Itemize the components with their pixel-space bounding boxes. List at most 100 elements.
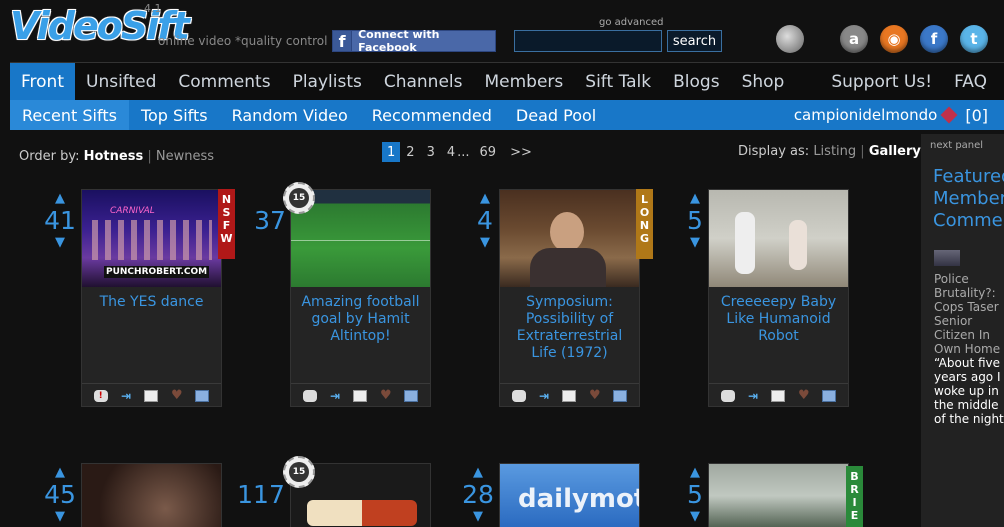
subnav-recent-sifts[interactable]: Recent Sifts xyxy=(10,100,129,130)
page-4[interactable]: 4 xyxy=(441,142,457,162)
nav-front[interactable]: Front xyxy=(10,62,75,101)
email-icon[interactable] xyxy=(562,389,577,402)
heart-icon[interactable]: ♥ xyxy=(379,388,393,403)
nav-blogs[interactable]: Blogs xyxy=(662,63,730,101)
next-panel-link[interactable]: next panel xyxy=(930,140,983,151)
notification-count[interactable]: [0] xyxy=(965,106,1004,125)
search-button[interactable]: search xyxy=(667,30,722,52)
featured-headline-link[interactable]: Police Brutality?: Cops Taser Senior Cit… xyxy=(934,272,1004,356)
video-title-link[interactable]: Amazing football goal by Hamit Altintop! xyxy=(295,294,426,345)
calendar-icon[interactable] xyxy=(822,389,837,402)
amazon-icon[interactable]: a xyxy=(840,25,868,53)
subnav-dead-pool[interactable]: Dead Pool xyxy=(504,100,608,130)
page-next[interactable]: >> xyxy=(502,142,538,162)
comment-icon[interactable] xyxy=(511,389,526,402)
display-as: Display as: Listing | Gallery xyxy=(738,144,921,159)
header: VideoSift 4.1 online video *quality cont… xyxy=(0,0,1004,60)
subnav-top-sifts[interactable]: Top Sifts xyxy=(129,100,220,130)
video-thumbnail[interactable] xyxy=(709,190,848,287)
advanced-search-link[interactable]: go advanced xyxy=(599,17,664,28)
nav-members[interactable]: Members xyxy=(474,63,575,101)
version-label: 4.1 xyxy=(144,2,162,15)
video-title-link[interactable]: Creeeeepy Baby Like Humanoid Robot xyxy=(713,294,844,345)
video-thumbnail[interactable] xyxy=(500,190,639,287)
vote-down-arrow-icon[interactable]: ▼ xyxy=(454,510,502,524)
featured-heading: Featured Members Comments xyxy=(933,166,1004,231)
order-by: Order by: Hotness | Newness xyxy=(19,149,214,164)
video-thumbnail[interactable] xyxy=(709,464,848,527)
nav-sift-talk[interactable]: Sift Talk xyxy=(574,63,662,101)
order-newness[interactable]: Newness xyxy=(156,149,214,164)
featured-panel: next panel Featured Members Comments Pol… xyxy=(921,134,1004,527)
vote-count: 45 xyxy=(44,480,76,509)
vote-count: 41 xyxy=(44,206,76,235)
video-card: Creeeeepy Baby Like Humanoid Robot ⇥ ♥ xyxy=(708,189,849,407)
share-icon[interactable]: ⇥ xyxy=(746,389,760,403)
heart-icon[interactable]: ♥ xyxy=(170,388,184,403)
video-thumbnail[interactable]: dailymotion xyxy=(500,464,639,527)
email-icon[interactable] xyxy=(144,389,159,402)
share-icon[interactable]: ⇥ xyxy=(537,389,551,403)
page-last[interactable]: 69 xyxy=(474,142,503,162)
rss-icon[interactable]: ◉ xyxy=(880,25,908,53)
vote-count: 28 xyxy=(462,480,494,509)
vote-count: 117 xyxy=(237,480,285,509)
video-thumbnail[interactable]: CARNIVAL PUNCHROBERT.COM xyxy=(82,190,221,287)
display-listing[interactable]: Listing xyxy=(813,144,856,159)
nav-playlists[interactable]: Playlists xyxy=(282,63,373,101)
vote-up-arrow-icon[interactable]: ▲ xyxy=(36,466,84,480)
video-card xyxy=(81,463,222,527)
heart-icon[interactable]: ♥ xyxy=(797,388,811,403)
vote-up-arrow-icon[interactable]: ▲ xyxy=(454,466,502,480)
connect-facebook-button[interactable]: f Connect with Facebook xyxy=(332,28,496,54)
featured-thumbnail[interactable] xyxy=(934,250,960,266)
page-3[interactable]: 3 xyxy=(421,142,441,162)
vote-up-arrow-icon[interactable]: ▲ xyxy=(36,192,84,206)
page-2[interactable]: 2 xyxy=(400,142,420,162)
display-as-label: Display as: xyxy=(738,144,810,159)
card-actions: ! ⇥ ♥ xyxy=(82,383,221,407)
display-gallery[interactable]: Gallery xyxy=(869,144,921,159)
comment-icon[interactable] xyxy=(720,389,735,402)
username-link[interactable]: campionidelmondo xyxy=(790,106,942,124)
thumbnail-caption: PUNCHROBERT.COM xyxy=(104,266,210,278)
video-card: Amazing football goal by Hamit Altintop!… xyxy=(290,189,431,407)
tagline: online video *quality control xyxy=(158,34,328,48)
comment-alert-icon[interactable]: ! xyxy=(93,389,108,402)
email-icon[interactable] xyxy=(771,389,786,402)
video-title-link[interactable]: The YES dance xyxy=(86,294,217,311)
video-title-link[interactable]: Symposium: Possibility of Extraterrestri… xyxy=(504,294,635,362)
nav-support-us[interactable]: Support Us! xyxy=(820,63,943,101)
heart-icon[interactable]: ♥ xyxy=(588,388,602,403)
nav-faq[interactable]: FAQ xyxy=(943,63,1004,101)
nav-shop[interactable]: Shop xyxy=(731,63,796,101)
page-1[interactable]: 1 xyxy=(382,142,401,162)
subnav-recommended[interactable]: Recommended xyxy=(360,100,504,130)
calendar-icon[interactable] xyxy=(613,389,628,402)
facebook-social-icon[interactable]: f xyxy=(920,25,948,53)
subnav-random-video[interactable]: Random Video xyxy=(220,100,360,130)
calendar-icon[interactable] xyxy=(404,389,419,402)
calendar-icon[interactable] xyxy=(195,389,210,402)
sub-nav: Recent Sifts Top Sifts Random Video Reco… xyxy=(10,100,1004,130)
vote-widget: ▲ 45 ▼ xyxy=(36,466,84,524)
video-card: dailymotion xyxy=(499,463,640,527)
twitter-icon[interactable]: t xyxy=(960,25,988,53)
nav-comments[interactable]: Comments xyxy=(167,63,281,101)
comment-icon[interactable] xyxy=(302,389,317,402)
page-ellipsis: ... xyxy=(457,144,470,160)
moon-theme-icon[interactable] xyxy=(776,25,804,53)
share-icon[interactable]: ⇥ xyxy=(328,389,342,403)
order-hotness[interactable]: Hotness xyxy=(84,149,144,164)
vote-down-arrow-icon[interactable]: ▼ xyxy=(36,510,84,524)
video-thumbnail[interactable] xyxy=(82,464,221,527)
vote-down-arrow-icon[interactable]: ▼ xyxy=(36,236,84,250)
nav-unsifted[interactable]: Unsifted xyxy=(75,63,167,101)
featured-quote: “About five years ago I woke up in the m… xyxy=(934,356,1004,426)
search-input[interactable] xyxy=(514,30,662,52)
share-icon[interactable]: ⇥ xyxy=(119,389,133,403)
card-actions: ⇥ ♥ xyxy=(709,383,848,407)
main-nav: Front Unsifted Comments Playlists Channe… xyxy=(10,62,1004,101)
nav-channels[interactable]: Channels xyxy=(373,63,474,101)
email-icon[interactable] xyxy=(353,389,368,402)
